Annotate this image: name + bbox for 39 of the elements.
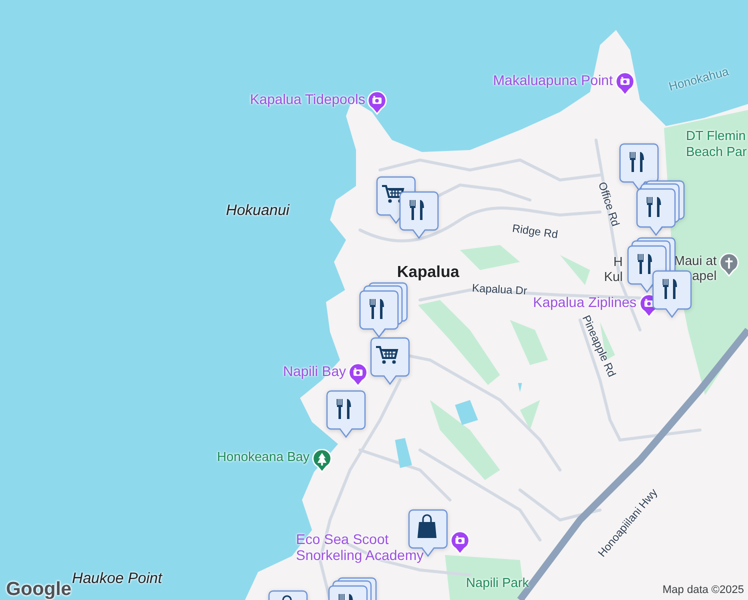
map-marker[interactable] [399, 191, 439, 239]
fork-knife-icon [336, 399, 351, 419]
fork-knife-icon [370, 299, 384, 319]
map-logo: Google [6, 578, 72, 600]
map-marker[interactable] [326, 390, 366, 438]
map-marker[interactable] [619, 143, 659, 191]
camera-marker-icon[interactable] [348, 363, 368, 387]
park-label: Napili Park [466, 575, 529, 591]
fork-knife-icon [410, 200, 424, 220]
fork-knife-icon [646, 197, 661, 217]
map-marker-stack[interactable] [359, 282, 409, 338]
fork-knife-icon [338, 594, 353, 600]
place-label: Kapalua Ziplines [533, 294, 637, 310]
shopping-bag-icon [282, 595, 292, 600]
road-label: Ridge Rd [511, 222, 559, 242]
fork-knife-icon [630, 152, 644, 172]
park-label: Honokeana Bay [217, 449, 310, 465]
map-marker[interactable] [652, 270, 692, 318]
camera-marker-icon[interactable] [450, 531, 470, 555]
map-marker-stack[interactable] [636, 180, 686, 236]
place-label: Kapalua Tidepools [250, 91, 366, 107]
park-label: DT Flemin Beach Par [686, 128, 747, 160]
shopping-bag-icon [418, 514, 436, 538]
road-label: Kapalua Dr [472, 282, 528, 298]
fork-knife-icon [638, 254, 652, 274]
area-label: Haukoe Point [72, 570, 162, 587]
area-label: Hokuanui [226, 202, 290, 219]
place-label: H Kul [604, 254, 623, 284]
camera-marker-icon[interactable] [367, 91, 388, 115]
place-label: Maui at apel [674, 253, 717, 283]
shopping-cart-icon [376, 346, 398, 364]
map-marker[interactable] [370, 337, 410, 385]
fork-knife-icon [662, 279, 677, 299]
cross-marker-icon[interactable] [718, 253, 739, 277]
road-label: Office Rd [594, 180, 622, 228]
town-label: Kapalua [397, 264, 460, 282]
shopping-cart-icon [382, 185, 404, 203]
tree-marker-icon[interactable] [312, 449, 332, 473]
camera-marker-icon[interactable] [614, 72, 635, 96]
